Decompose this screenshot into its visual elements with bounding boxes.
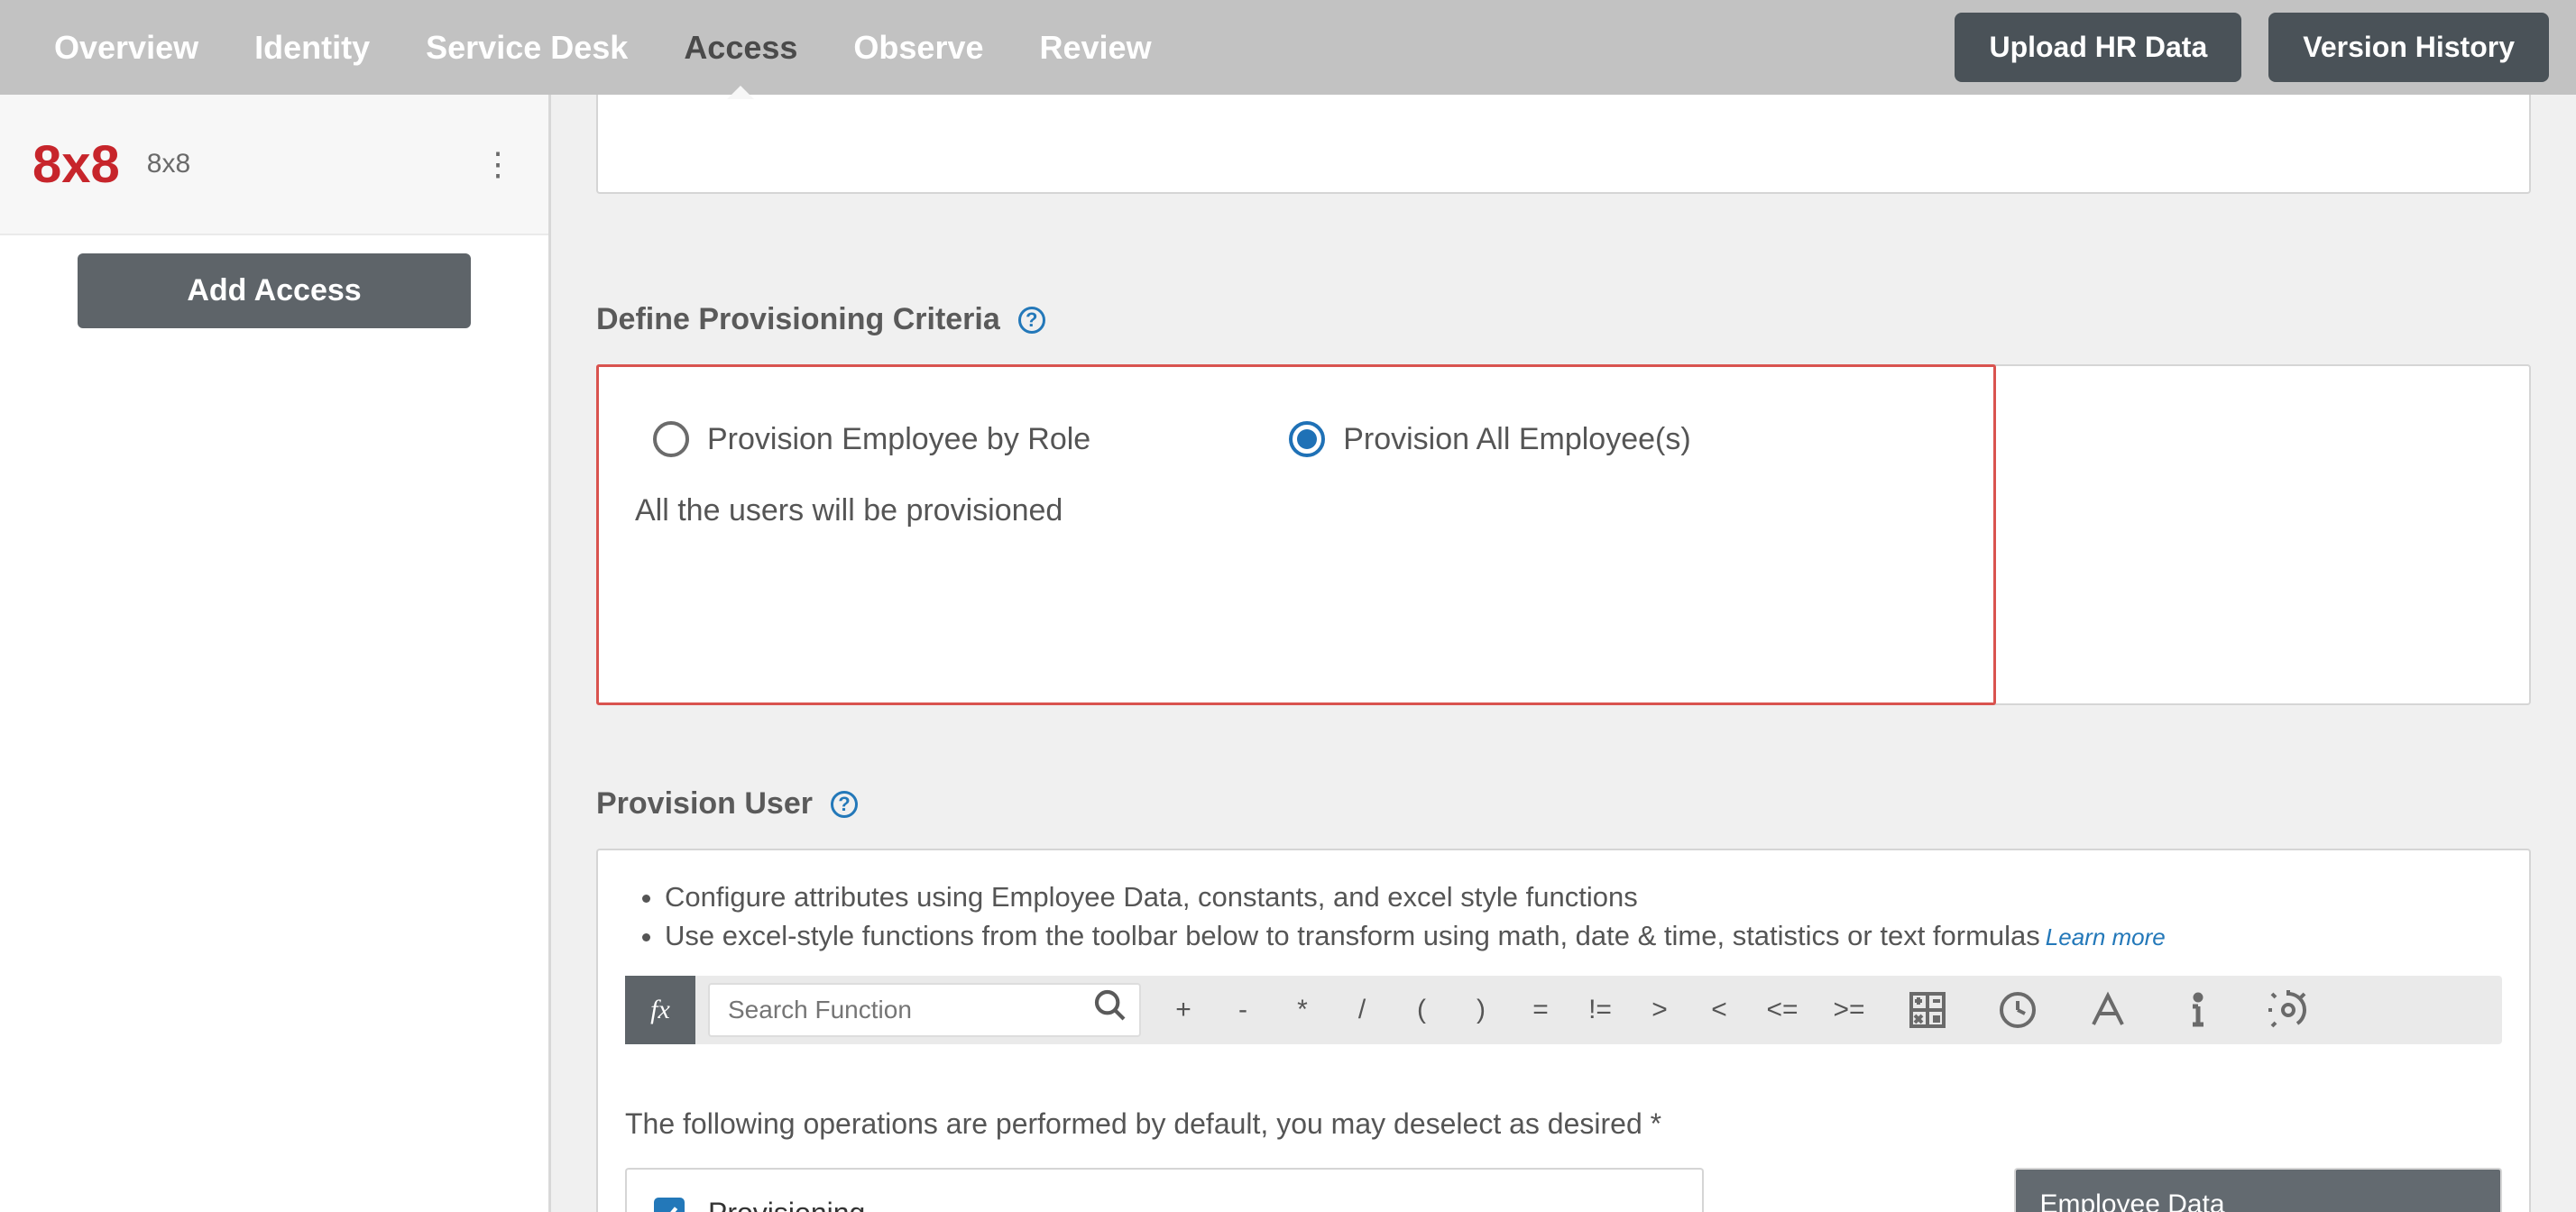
version-history-button[interactable]: Version History (2268, 13, 2549, 82)
tab-review[interactable]: Review (1040, 29, 1152, 67)
op-plus[interactable]: + (1154, 995, 1213, 1025)
criteria-highlight-box: Provision Employee by Role Provision All… (596, 364, 1996, 705)
op-open-paren[interactable]: ( (1392, 995, 1451, 1025)
sidebar: 8x8 8x8 ⋮ Add Access (0, 95, 551, 1212)
provisioning-label: Provisioning (708, 1197, 865, 1212)
op-lte[interactable]: <= (1749, 995, 1816, 1025)
previous-section-card (596, 95, 2531, 194)
settings-gear-icon[interactable] (2243, 988, 2333, 1032)
radio-by-role-label: Provision Employee by Role (707, 422, 1090, 457)
provision-user-title: Provision User (596, 786, 813, 822)
tab-identity[interactable]: Identity (254, 29, 370, 67)
criteria-note: All the users will be provisioned (635, 493, 1957, 528)
radio-checked-icon (1289, 421, 1325, 457)
op-gt[interactable]: > (1630, 995, 1689, 1025)
upload-hr-data-button[interactable]: Upload HR Data (1955, 13, 2241, 82)
radio-all-label: Provision All Employee(s) (1343, 422, 1690, 457)
radio-provision-by-role[interactable]: Provision Employee by Role (653, 421, 1090, 457)
op-lt[interactable]: < (1689, 995, 1749, 1025)
add-access-button[interactable]: Add Access (78, 253, 471, 328)
more-icon[interactable]: ⋮ (480, 145, 516, 183)
op-neq[interactable]: != (1570, 995, 1630, 1025)
provision-user-card: Configure attributes using Employee Data… (596, 849, 2531, 1212)
radio-unchecked-icon (653, 421, 689, 457)
criteria-title: Define Provisioning Criteria (596, 302, 1000, 337)
tab-list: Overview Identity Service Desk Access Ob… (54, 29, 1152, 67)
tab-observe[interactable]: Observe (853, 29, 983, 67)
search-icon[interactable] (1092, 987, 1128, 1032)
math-grid-icon[interactable] (1882, 988, 1973, 1032)
tab-overview[interactable]: Overview (54, 29, 198, 67)
app-logo: 8x8 (32, 134, 120, 195)
search-function-input[interactable] (708, 983, 1141, 1037)
op-div[interactable]: / (1332, 995, 1392, 1025)
tab-access[interactable]: Access (684, 29, 797, 67)
op-minus[interactable]: - (1213, 995, 1273, 1025)
top-buttons: Upload HR Data Version History (1955, 13, 2549, 82)
op-eq[interactable]: = (1511, 995, 1570, 1025)
text-icon[interactable] (2063, 988, 2153, 1032)
app-header: 8x8 8x8 ⋮ (0, 95, 548, 235)
instructions-list: Configure attributes using Employee Data… (625, 877, 2502, 956)
op-mult[interactable]: * (1273, 995, 1332, 1025)
clock-icon[interactable] (1973, 988, 2063, 1032)
employee-data-header: Employee Data (2016, 1170, 2500, 1212)
main-content: Define Provisioning Criteria ? Provision… (551, 95, 2576, 1212)
op-gte[interactable]: >= (1816, 995, 1882, 1025)
top-nav: Overview Identity Service Desk Access Ob… (0, 0, 2576, 95)
help-icon[interactable]: ? (1018, 307, 1045, 334)
op-close-paren[interactable]: ) (1451, 995, 1511, 1025)
tab-service-desk[interactable]: Service Desk (426, 29, 628, 67)
instruction-item: Use excel-style functions from the toolb… (665, 916, 2502, 955)
criteria-card: Provision Employee by Role Provision All… (596, 364, 2531, 705)
provisioning-checkbox[interactable] (654, 1198, 685, 1212)
learn-more-link[interactable]: Learn more (2046, 923, 2166, 950)
operations-box: Provisioning Deprovisioning Users will b… (625, 1168, 1704, 1212)
radio-provision-all[interactable]: Provision All Employee(s) (1289, 421, 1690, 457)
fx-icon: fx (625, 976, 695, 1044)
app-name: 8x8 (147, 149, 190, 179)
operations-note: The following operations are performed b… (625, 1107, 2502, 1141)
help-icon[interactable]: ? (831, 791, 858, 818)
info-icon[interactable] (2153, 988, 2243, 1032)
employee-data-panel: Employee Data Mail (abc) (2014, 1168, 2502, 1212)
instruction-item: Configure attributes using Employee Data… (665, 877, 2502, 916)
function-toolbar: fx + - * / ( ) = != > < (625, 976, 2502, 1044)
